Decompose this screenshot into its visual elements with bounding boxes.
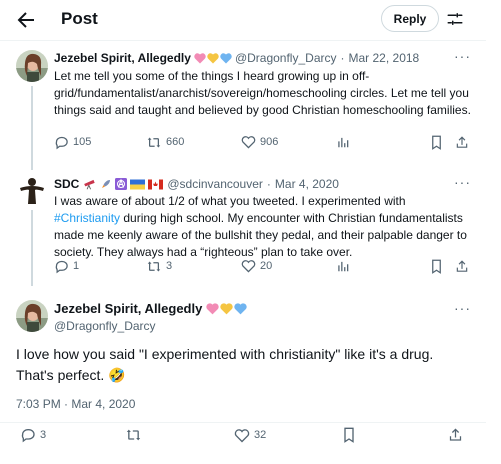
display-name[interactable]: Jezebel Spirit, Allegedly <box>54 51 191 65</box>
yellow-heart-icon <box>220 302 234 314</box>
page-title: Post <box>61 9 98 28</box>
blue-heart-icon <box>220 52 232 63</box>
bookmark-icon <box>432 135 441 150</box>
reply-count: 105 <box>73 136 92 148</box>
reply-action[interactable]: 105 <box>54 135 91 150</box>
repost-icon <box>147 261 161 271</box>
main-tweet-text: I love how you said "I experimented with… <box>16 346 434 383</box>
pink-heart-icon <box>194 52 206 63</box>
tweet-timestamp[interactable]: 7:03 PM · Mar 4, 2020 <box>16 397 135 411</box>
share-icon <box>456 135 468 148</box>
separator: · <box>340 51 345 65</box>
yellow-heart-icon <box>207 52 219 63</box>
share-action[interactable] <box>448 427 463 443</box>
bookmark-action[interactable] <box>430 135 443 150</box>
analytics-icon <box>338 137 349 148</box>
more-options-icon[interactable]: ··· <box>454 300 471 316</box>
heart-icon <box>241 260 256 273</box>
bookmark-action[interactable] <box>342 427 356 443</box>
separator: · <box>266 177 271 191</box>
like-action[interactable]: 32 <box>234 428 266 443</box>
reply-icon <box>55 136 68 149</box>
reply-action[interactable]: 3 <box>20 427 46 443</box>
canada-flag-icon <box>148 179 164 189</box>
avatar[interactable] <box>16 50 48 82</box>
reply-button[interactable]: Reply <box>381 5 439 32</box>
tweet-text: I was aware of about 1/2 of what you twe… <box>54 193 474 261</box>
thread-connector <box>31 210 33 286</box>
like-count: 32 <box>254 429 267 441</box>
tweet-header: SDC @sdcinvancouver · Mar 4, 2020 <box>54 177 339 191</box>
like-action[interactable]: 20 <box>241 259 272 273</box>
share-action[interactable] <box>455 135 469 150</box>
tweet-text-part: I was aware of about 1/2 of what you twe… <box>54 194 406 208</box>
reply-action[interactable]: 1 <box>54 259 79 274</box>
pink-heart-icon <box>206 302 220 314</box>
share-action[interactable] <box>455 259 469 274</box>
heart-emojis <box>194 52 232 64</box>
bookmark-icon <box>432 259 441 274</box>
analytics-icon <box>338 261 349 272</box>
repost-icon <box>147 137 161 147</box>
reply-icon <box>55 260 68 273</box>
blue-heart-icon <box>234 302 248 314</box>
reply-count: 3 <box>40 429 47 441</box>
ukraine-flag-icon <box>130 179 146 189</box>
views-action[interactable] <box>336 135 350 149</box>
more-options-icon[interactable]: ··· <box>454 48 471 64</box>
views-action[interactable] <box>336 259 350 273</box>
bookmark-icon <box>344 427 354 443</box>
heart-icon <box>234 428 250 442</box>
avatar[interactable] <box>16 174 48 206</box>
repost-count: 3 <box>166 260 173 272</box>
display-name[interactable]: Jezebel Spirit, Allegedly <box>54 301 202 316</box>
tweet-text: Let me tell you some of the things I hea… <box>54 69 471 117</box>
user-handle[interactable]: @sdcinvancouver <box>167 177 263 191</box>
like-count: 20 <box>260 260 273 272</box>
hashtag-link[interactable]: #Christianity <box>54 211 120 225</box>
like-action[interactable]: 906 <box>241 135 278 149</box>
user-handle[interactable]: @Dragonfly_Darcy <box>235 51 337 65</box>
divider <box>0 422 486 423</box>
repost-action[interactable]: 3 <box>146 259 172 274</box>
rocket-icon <box>102 180 111 188</box>
repost-action[interactable]: 660 <box>146 135 184 150</box>
reply-count: 1 <box>73 260 80 272</box>
share-icon <box>449 428 462 441</box>
name-emojis <box>83 178 164 190</box>
reply-icon <box>21 429 35 443</box>
telescope-icon <box>84 179 96 190</box>
more-options-icon[interactable]: ··· <box>454 174 471 190</box>
tweet-date[interactable]: Mar 22, 2018 <box>349 51 420 65</box>
main-tweet-author: Jezebel Spirit, Allegedly <box>54 301 250 316</box>
sliders-icon[interactable] <box>446 10 464 28</box>
avatar[interactable] <box>16 300 48 332</box>
heart-emojis <box>206 302 248 315</box>
post-header: Post Reply <box>0 0 501 40</box>
like-count: 906 <box>260 136 279 148</box>
repost-action[interactable] <box>125 427 142 443</box>
heart-icon <box>241 136 256 149</box>
tweet-date[interactable]: Mar 4, 2020 <box>275 177 339 191</box>
back-arrow-icon[interactable] <box>14 8 38 32</box>
user-handle[interactable]: @Dragonfly_Darcy <box>54 319 156 333</box>
repost-count: 660 <box>166 136 185 148</box>
bookmark-action[interactable] <box>430 259 443 274</box>
divider <box>0 40 486 41</box>
share-icon <box>456 259 468 272</box>
display-name[interactable]: SDC <box>54 177 79 191</box>
tweet-header: Jezebel Spirit, Allegedly @Dragonfly_Dar… <box>54 51 419 65</box>
thread-connector <box>31 86 33 170</box>
repost-icon <box>126 429 141 441</box>
anarchy-symbol-icon <box>115 178 128 190</box>
